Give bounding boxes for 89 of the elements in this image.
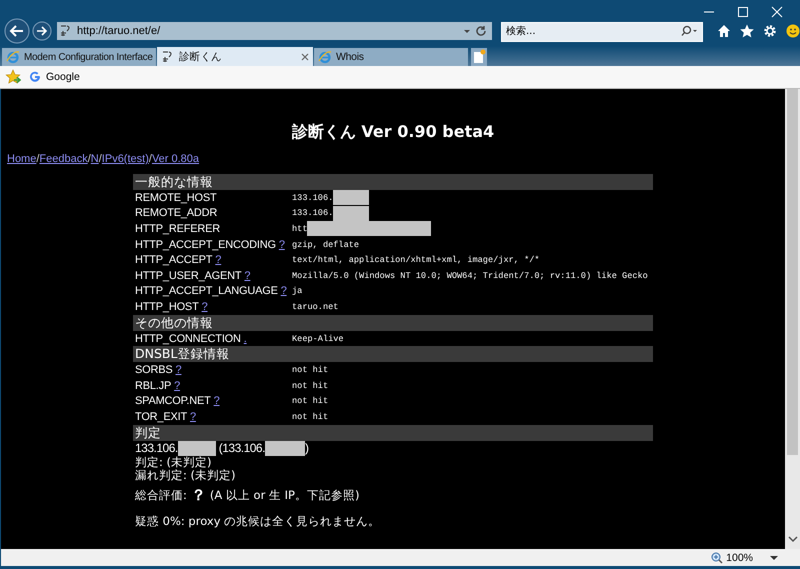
help-link[interactable]: ? [215, 254, 222, 266]
browser-tab[interactable]: Modem Configuration Interface [2, 48, 156, 66]
e-logo-icon [6, 50, 20, 64]
g-logo-icon [29, 71, 41, 83]
field-value: gzip, deflate [292, 240, 360, 250]
search-field[interactable]: 検索... [501, 22, 703, 42]
page-title: 診断くん Ver 0.90 beta4 [290, 122, 496, 143]
field-label: HTTP_ACCEPT [135, 254, 212, 266]
zoom-icon[interactable] [711, 552, 724, 564]
field-value: Mozilla/5.0 (Windows NT 10.0; WOW64; Trident/7.0; rv:11.0) like Gecko [292, 270, 648, 281]
favorites-star-icon[interactable] [5, 69, 21, 85]
browser-tab[interactable]: Whois [314, 48, 468, 66]
paren-text: ) [304, 441, 308, 456]
help-link[interactable]: ? [176, 364, 182, 376]
scroll-down-icon[interactable] [788, 535, 798, 543]
field-label: REMOTE_ADDR [135, 207, 218, 220]
separator-slash: / [88, 153, 91, 165]
rating-label: 総合評価: [135, 488, 187, 503]
help-link[interactable]: ? [190, 410, 196, 423]
field-value: 133.106. [292, 208, 334, 218]
verdict-text: 漏れ判定: (未判定) [134, 468, 237, 482]
nav-link[interactable]: Feedback [39, 153, 88, 165]
zoom-level[interactable]: 100% [726, 552, 753, 564]
close-icon[interactable] [301, 52, 309, 60]
field-value: ja [292, 286, 302, 296]
help-link[interactable]: ? [244, 270, 250, 282]
field-label: SORBS [135, 364, 173, 376]
section-header: その他の情報 [133, 314, 653, 331]
separator-slash: / [36, 153, 40, 165]
section-header: DNSBL登録情報 [133, 346, 653, 362]
field-label: RBL.JP [135, 380, 172, 392]
field-value: Keep-Alive [292, 334, 344, 344]
separator-slash: / [98, 153, 102, 165]
field-label: TOR_EXIT [135, 410, 187, 423]
field-value: 133.106. [292, 192, 334, 203]
verdict-text: 判定: (未判定) [134, 456, 213, 469]
scroll-thumb[interactable] [787, 89, 798, 455]
section-header: 判定 [133, 424, 653, 441]
help-link[interactable]: . [244, 332, 247, 345]
separator-slash: / [148, 153, 152, 165]
field-value: text/html, application/xhtml+xml, image/jxr, */* [292, 255, 540, 266]
nav-link[interactable]: IPv6(test) [102, 153, 149, 165]
maximize-icon[interactable] [737, 6, 749, 18]
e-logo-icon [318, 50, 332, 64]
field-label: HTTP_HOST [135, 300, 199, 313]
suspicion-text: 疑惑 0%: proxy の兆候は全く見られません。 [134, 514, 382, 529]
help-link[interactable]: ? [214, 395, 220, 408]
back-icon[interactable] [4, 18, 30, 44]
settings-icon[interactable] [763, 24, 777, 38]
ip-text: 133.106. [135, 441, 178, 456]
field-label: SPAMCOP.NET [135, 395, 211, 408]
scrollbar[interactable] [785, 89, 800, 549]
field-value: taruo.net [292, 302, 338, 312]
home-icon[interactable] [717, 24, 731, 38]
smiley-icon[interactable] [786, 24, 800, 38]
section-header: 一般的な情報 [133, 174, 653, 190]
dropdown-icon[interactable] [463, 27, 471, 35]
field-value: not hit [292, 365, 328, 376]
dropdown-icon[interactable] [770, 554, 778, 560]
nav-link[interactable]: N [90, 153, 99, 165]
browser-tab[interactable]: 診断くん [157, 47, 313, 66]
refresh-icon[interactable] [475, 25, 487, 37]
field-value: htt [292, 224, 308, 234]
star-icon[interactable] [740, 24, 754, 38]
forward-icon[interactable] [32, 21, 52, 41]
field-label: HTTP_ACCEPT_LANGUAGE [135, 285, 278, 298]
favorite-link[interactable]: Google [29, 71, 80, 83]
field-label: HTTP_REFERER [135, 222, 220, 235]
help-link[interactable]: ? [278, 238, 285, 251]
field-value: not hit [292, 396, 328, 406]
field-label: HTTP_ACCEPT_ENCODING [135, 238, 276, 251]
rating-mark: ？ [190, 486, 206, 505]
redaction-block [264, 440, 305, 456]
help-link[interactable]: ? [202, 300, 208, 313]
help-link[interactable]: ? [280, 285, 287, 298]
search-icon[interactable] [680, 25, 698, 37]
nav-link[interactable]: Ver 0.80a [152, 153, 200, 165]
field-value: not hit [292, 412, 328, 422]
field-label: HTTP_CONNECTION [135, 332, 241, 345]
nav-link[interactable]: Home [7, 153, 36, 165]
field-value: not hit [292, 380, 328, 391]
address-bar[interactable]: http://taruo.net/e/ [57, 22, 492, 40]
rating-note: (A 以上 or 生 IP。下記参照) [210, 488, 360, 503]
help-link[interactable]: ? [174, 380, 180, 392]
field-label: HTTP_USER_AGENT [135, 270, 242, 282]
ip-text: (133.106. [218, 441, 265, 456]
field-label: REMOTE_HOST [135, 192, 217, 204]
redaction-block [333, 190, 370, 206]
redaction-block [178, 440, 216, 456]
